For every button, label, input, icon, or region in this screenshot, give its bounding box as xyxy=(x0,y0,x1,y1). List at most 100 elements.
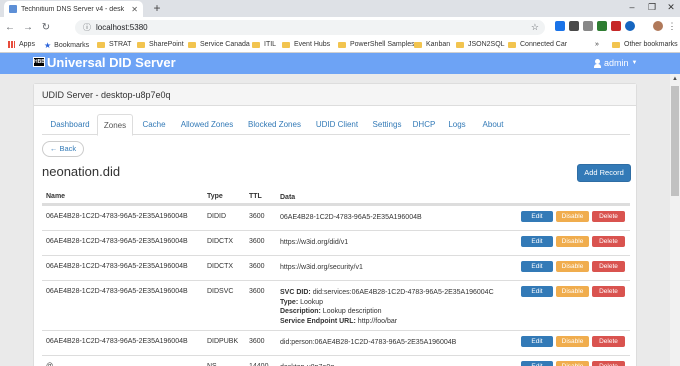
extension-icon[interactable] xyxy=(597,21,607,31)
record-type: DIDCTX xyxy=(207,238,234,245)
folder-icon xyxy=(97,41,105,48)
edit-button[interactable]: Edit xyxy=(521,236,553,247)
bookmark-star-icon[interactable]: ☆ xyxy=(531,22,539,33)
tab-cache[interactable]: Cache xyxy=(136,114,172,135)
maximize-icon[interactable]: ❐ xyxy=(645,2,659,13)
folder-icon xyxy=(252,41,260,48)
bookmark-folder[interactable]: Kanban xyxy=(414,41,450,48)
record-name: 06AE4B28-1C2D-4783-96A5-2E35A196004B xyxy=(46,263,188,270)
add-record-button[interactable]: Add Record xyxy=(577,164,631,182)
edit-button[interactable]: Edit xyxy=(521,336,553,347)
window-close-icon[interactable]: ✕ xyxy=(664,2,678,13)
extension-icon[interactable] xyxy=(583,21,593,31)
info-icon[interactable]: ⓘ xyxy=(83,22,91,33)
back-button[interactable]: ← Back xyxy=(42,141,84,157)
svc-description-value: Lookup description xyxy=(322,308,382,315)
browser-tab[interactable]: Technitium DNS Server v4 - desk ✕ xyxy=(4,1,143,17)
extension-icon[interactable] xyxy=(611,21,621,31)
tab-logs[interactable]: Logs xyxy=(442,114,472,135)
forward-arrow-icon[interactable]: → xyxy=(20,22,36,33)
bookmarks-overflow-icon[interactable]: » xyxy=(595,41,599,48)
table-header: Name Type TTL Data xyxy=(42,188,630,205)
bookmark-folder[interactable]: PowerShell Samples xyxy=(338,41,415,48)
bookmark-folder[interactable]: Event Hubs xyxy=(282,41,330,48)
bookmark-folder[interactable]: Service Canada xyxy=(188,41,250,48)
reload-icon[interactable]: ↻ xyxy=(38,22,54,33)
download-extension-icon[interactable] xyxy=(555,21,565,31)
delete-button[interactable]: Delete xyxy=(592,211,625,222)
edit-button[interactable]: Edit xyxy=(521,361,553,366)
table-row: @ NS 14400 desktop-u8p7e0q Edit Disable … xyxy=(42,355,630,366)
delete-button[interactable]: Delete xyxy=(592,286,625,297)
app-title[interactable]: Universal DID Server xyxy=(47,55,176,70)
header-type[interactable]: Type xyxy=(207,193,223,200)
svc-type-label: Type: xyxy=(280,298,299,306)
tab-dhcp[interactable]: DHCP xyxy=(410,114,438,135)
record-data: SVC DID: did:services:06AE4B28-1C2D-4783… xyxy=(280,288,494,326)
table-row: 06AE4B28-1C2D-4783-96A5-2E35A196004B DID… xyxy=(42,255,630,280)
delete-button[interactable]: Delete xyxy=(592,261,625,272)
site-favicon-icon xyxy=(9,5,17,13)
tab-udid-client[interactable]: UDID Client xyxy=(310,114,364,135)
extensions-area: ⋮ xyxy=(555,21,677,31)
folder-icon xyxy=(188,41,196,48)
tab-zones[interactable]: Zones xyxy=(97,114,133,136)
new-tab-icon[interactable]: + xyxy=(150,1,164,15)
delete-button[interactable]: Delete xyxy=(592,236,625,247)
extension-icon[interactable] xyxy=(569,21,579,31)
disable-button[interactable]: Disable xyxy=(556,361,589,366)
tab-about[interactable]: About xyxy=(476,114,510,135)
disable-button[interactable]: Disable xyxy=(556,336,589,347)
edit-button[interactable]: Edit xyxy=(521,261,553,272)
minimize-icon[interactable]: – xyxy=(625,2,639,12)
app-logo-icon[interactable]: HBB xyxy=(33,57,45,67)
delete-button[interactable]: Delete xyxy=(592,361,625,366)
extension-icon[interactable] xyxy=(625,21,635,31)
tab-close-icon[interactable]: ✕ xyxy=(131,5,138,14)
records-table: Name Type TTL Data 06AE4B28-1C2D-4783-96… xyxy=(42,188,630,366)
profile-avatar-icon[interactable] xyxy=(653,21,663,31)
edit-button[interactable]: Edit xyxy=(521,286,553,297)
tab-allowed-zones[interactable]: Allowed Zones xyxy=(176,114,238,135)
tab-title: Technitium DNS Server v4 - desk xyxy=(21,5,125,13)
scrollbar-thumb[interactable] xyxy=(671,86,679,196)
record-ttl: 3600 xyxy=(249,338,265,345)
tab-dashboard[interactable]: Dashboard xyxy=(46,114,94,135)
folder-icon xyxy=(612,41,620,48)
address-bar[interactable]: ⓘ localhost:5380 ☆ xyxy=(75,20,545,35)
back-arrow-icon[interactable]: ← xyxy=(2,22,18,33)
row-actions: Edit Disable Delete xyxy=(521,236,625,247)
bookmark-folder[interactable]: Connected Car xyxy=(508,41,567,48)
header-ttl[interactable]: TTL xyxy=(249,193,262,200)
scroll-up-icon[interactable]: ▲ xyxy=(672,76,678,82)
header-name[interactable]: Name xyxy=(46,193,65,200)
bookmark-folder[interactable]: STRAT xyxy=(97,41,131,48)
page-scrollbar[interactable]: ▲ xyxy=(670,74,680,366)
bookmark-folder[interactable]: ITIL xyxy=(252,41,276,48)
user-name: admin xyxy=(604,58,629,68)
menu-kebab-icon[interactable]: ⋮ xyxy=(667,21,677,31)
url-text: localhost:5380 xyxy=(96,23,148,32)
record-data: https://w3id.org/security/v1 xyxy=(280,264,363,271)
header-data[interactable]: Data xyxy=(280,193,295,203)
disable-button[interactable]: Disable xyxy=(556,261,589,272)
bookmark-bookmarks[interactable]: ★ Bookmarks xyxy=(44,41,89,50)
table-row: 06AE4B28-1C2D-4783-96A5-2E35A196004B DID… xyxy=(42,230,630,255)
tab-settings[interactable]: Settings xyxy=(368,114,406,135)
user-menu[interactable]: admin ▼ xyxy=(594,58,637,68)
tab-blocked-zones[interactable]: Blocked Zones xyxy=(242,114,307,135)
row-actions: Edit Disable Delete xyxy=(521,286,625,297)
folder-icon xyxy=(508,41,516,48)
disable-button[interactable]: Disable xyxy=(556,211,589,222)
bookmark-folder[interactable]: SharePoint xyxy=(137,41,184,48)
star-icon: ★ xyxy=(44,41,52,50)
edit-button[interactable]: Edit xyxy=(521,211,553,222)
folder-icon xyxy=(282,41,290,48)
bookmark-other[interactable]: Other bookmarks xyxy=(612,41,678,48)
disable-button[interactable]: Disable xyxy=(556,236,589,247)
svc-did-value: did:services:06AE4B28-1C2D-4783-96A5-2E3… xyxy=(312,289,494,296)
bookmark-folder[interactable]: JSON2SQL xyxy=(456,41,505,48)
delete-button[interactable]: Delete xyxy=(592,336,625,347)
disable-button[interactable]: Disable xyxy=(556,286,589,297)
bookmark-apps[interactable]: Apps xyxy=(8,41,35,48)
